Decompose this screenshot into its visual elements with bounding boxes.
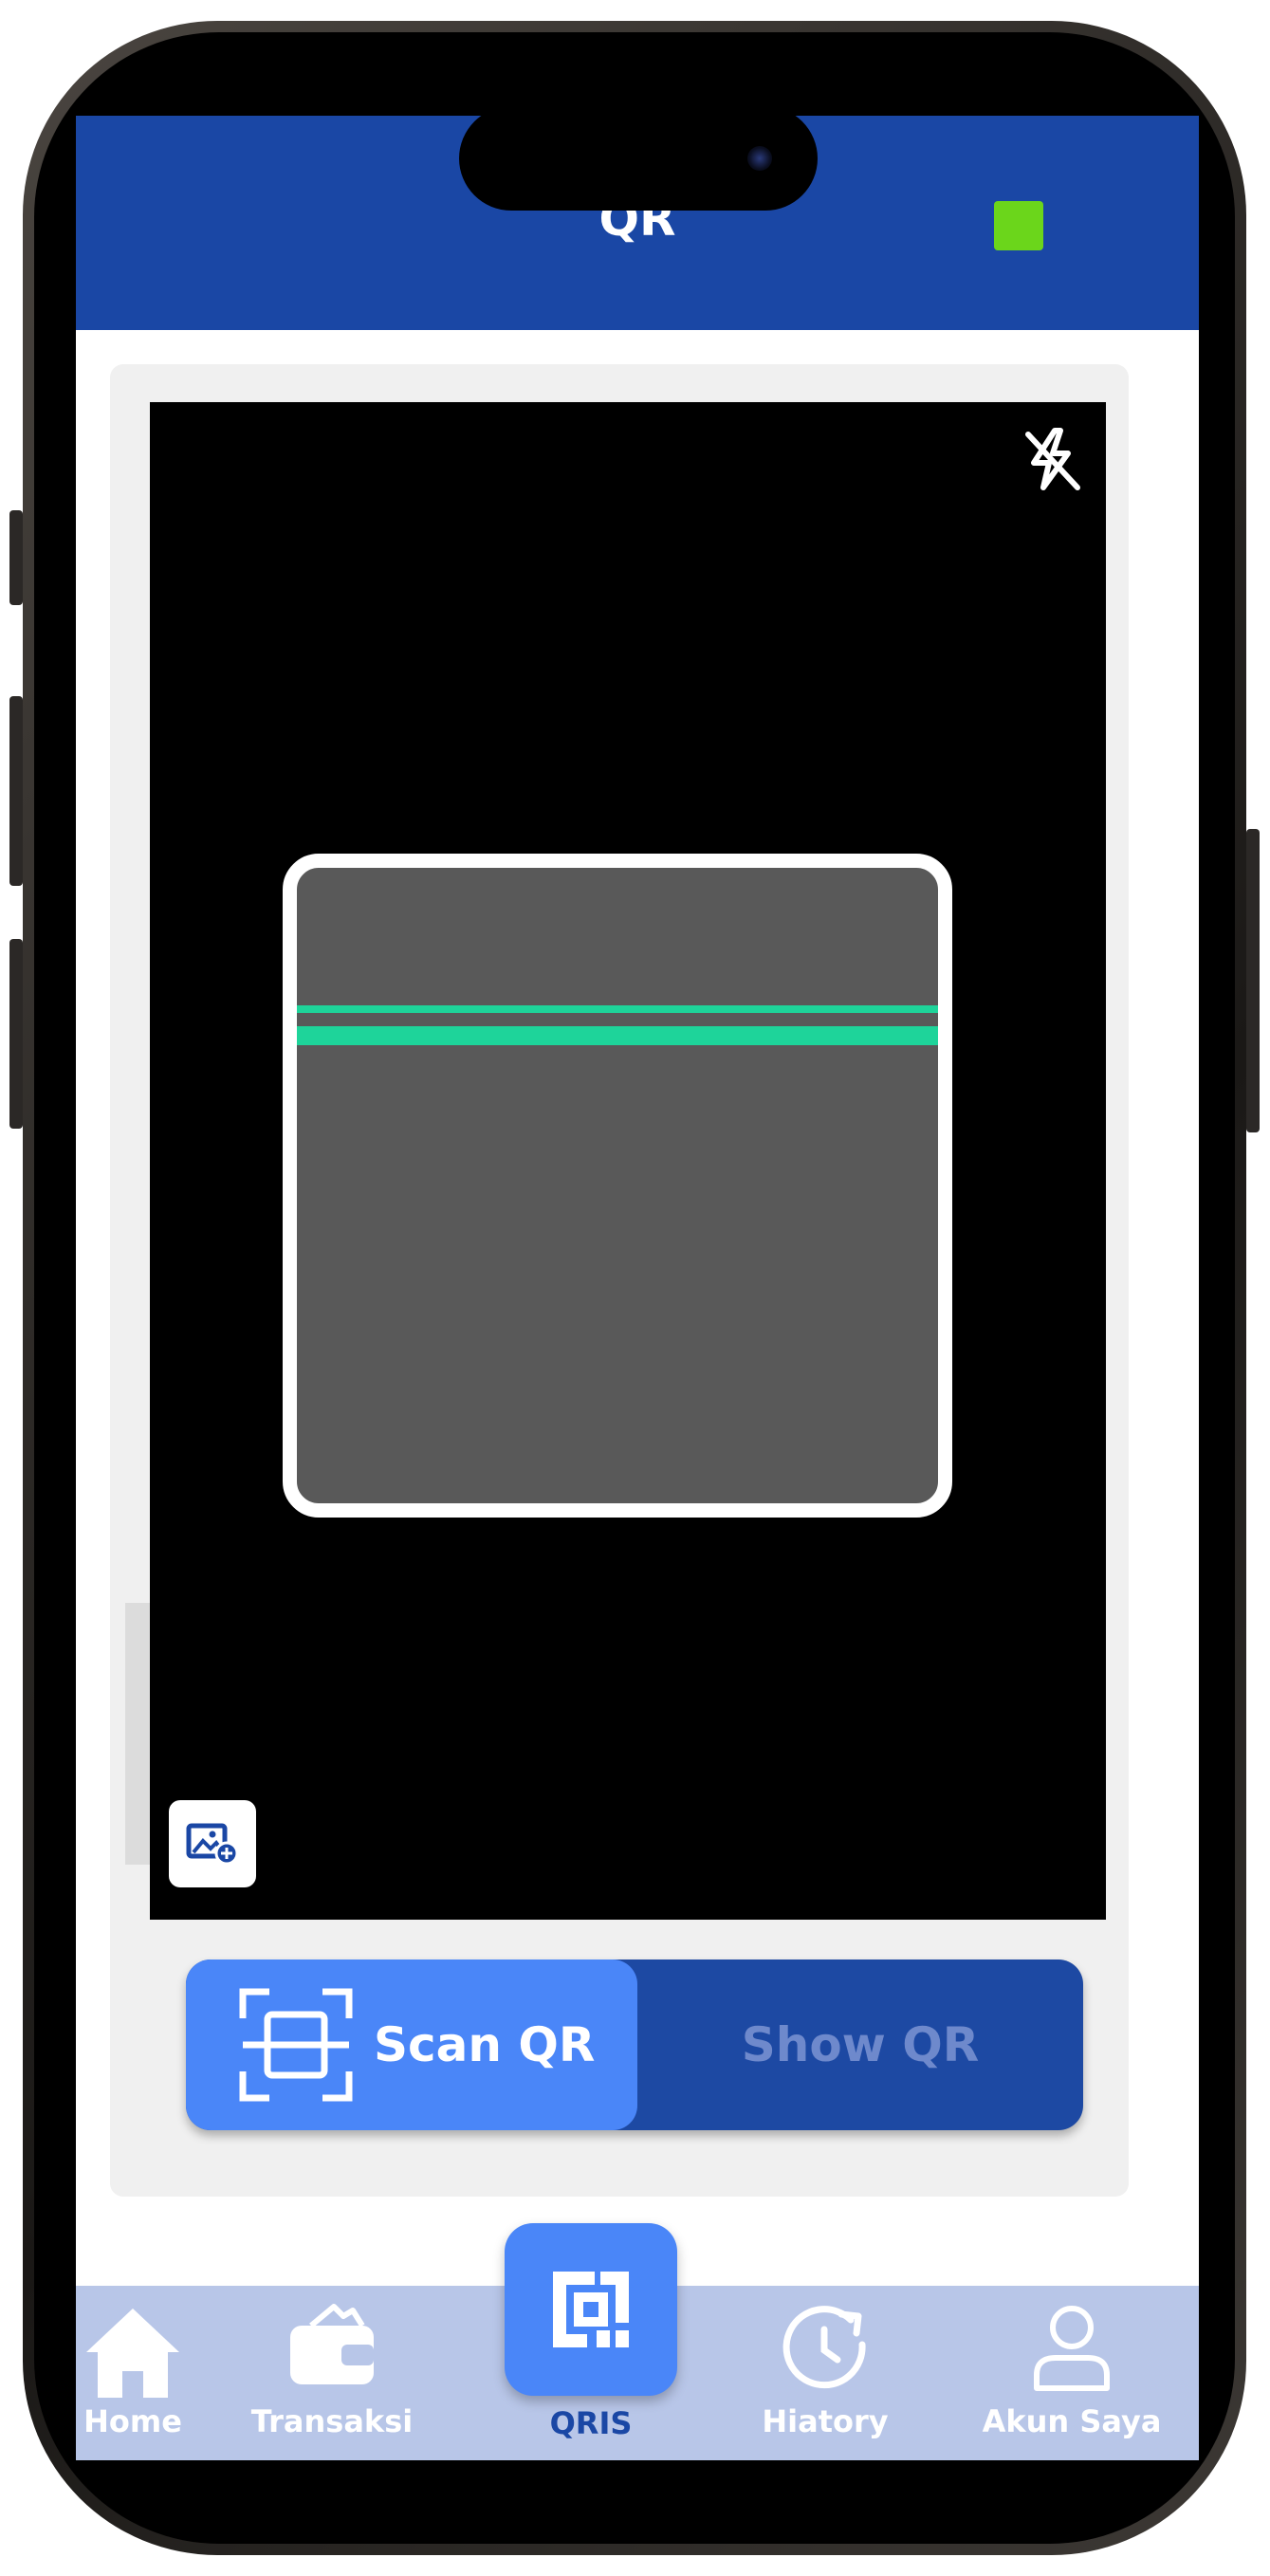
volume-down-button xyxy=(9,939,23,1129)
nav-item-akun-saya[interactable]: Akun Saya xyxy=(977,2286,1167,2460)
scan-frame-icon xyxy=(239,1988,353,2102)
scan-line xyxy=(297,1005,938,1013)
front-camera xyxy=(747,146,772,171)
nav-item-home[interactable]: Home xyxy=(76,2286,218,2460)
nav-label-home: Home xyxy=(83,2403,182,2439)
panel-edge xyxy=(125,1603,152,1865)
dynamic-island xyxy=(459,116,818,211)
app-screen: QR Scan QR Show QR Home Transaksi QRIS H… xyxy=(76,116,1199,2460)
show-qr-label: Show QR xyxy=(741,2017,980,2072)
qris-icon xyxy=(553,2272,629,2347)
scan-line xyxy=(297,1026,938,1045)
mute-switch xyxy=(9,510,23,605)
nav-label-qris: QRIS xyxy=(549,2405,633,2441)
scan-qr-tab[interactable]: Scan QR xyxy=(186,1960,637,2130)
flash-off-icon[interactable] xyxy=(1017,421,1087,497)
image-add-icon xyxy=(186,1823,239,1866)
show-qr-tab[interactable]: Show QR xyxy=(637,1960,1083,2130)
nav-label-history: Hiatory xyxy=(762,2403,889,2439)
nav-label-transaksi: Transaksi xyxy=(250,2403,414,2439)
nav-label-akun-saya: Akun Saya xyxy=(982,2403,1162,2439)
scan-qr-label: Scan QR xyxy=(374,2017,596,2072)
power-button xyxy=(1246,829,1260,1132)
status-indicator xyxy=(994,201,1043,250)
home-icon xyxy=(86,2309,179,2398)
nav-item-transaksi[interactable]: Transaksi xyxy=(247,2286,417,2460)
nav-item-history[interactable]: Hiatory xyxy=(740,2286,911,2460)
user-icon xyxy=(1034,2306,1110,2391)
scan-target-frame xyxy=(283,854,952,1518)
gallery-button[interactable] xyxy=(169,1800,256,1887)
volume-up-button xyxy=(9,696,23,886)
nav-item-qris[interactable] xyxy=(505,2223,677,2396)
wallet-icon xyxy=(290,2304,374,2384)
history-icon xyxy=(782,2306,866,2389)
